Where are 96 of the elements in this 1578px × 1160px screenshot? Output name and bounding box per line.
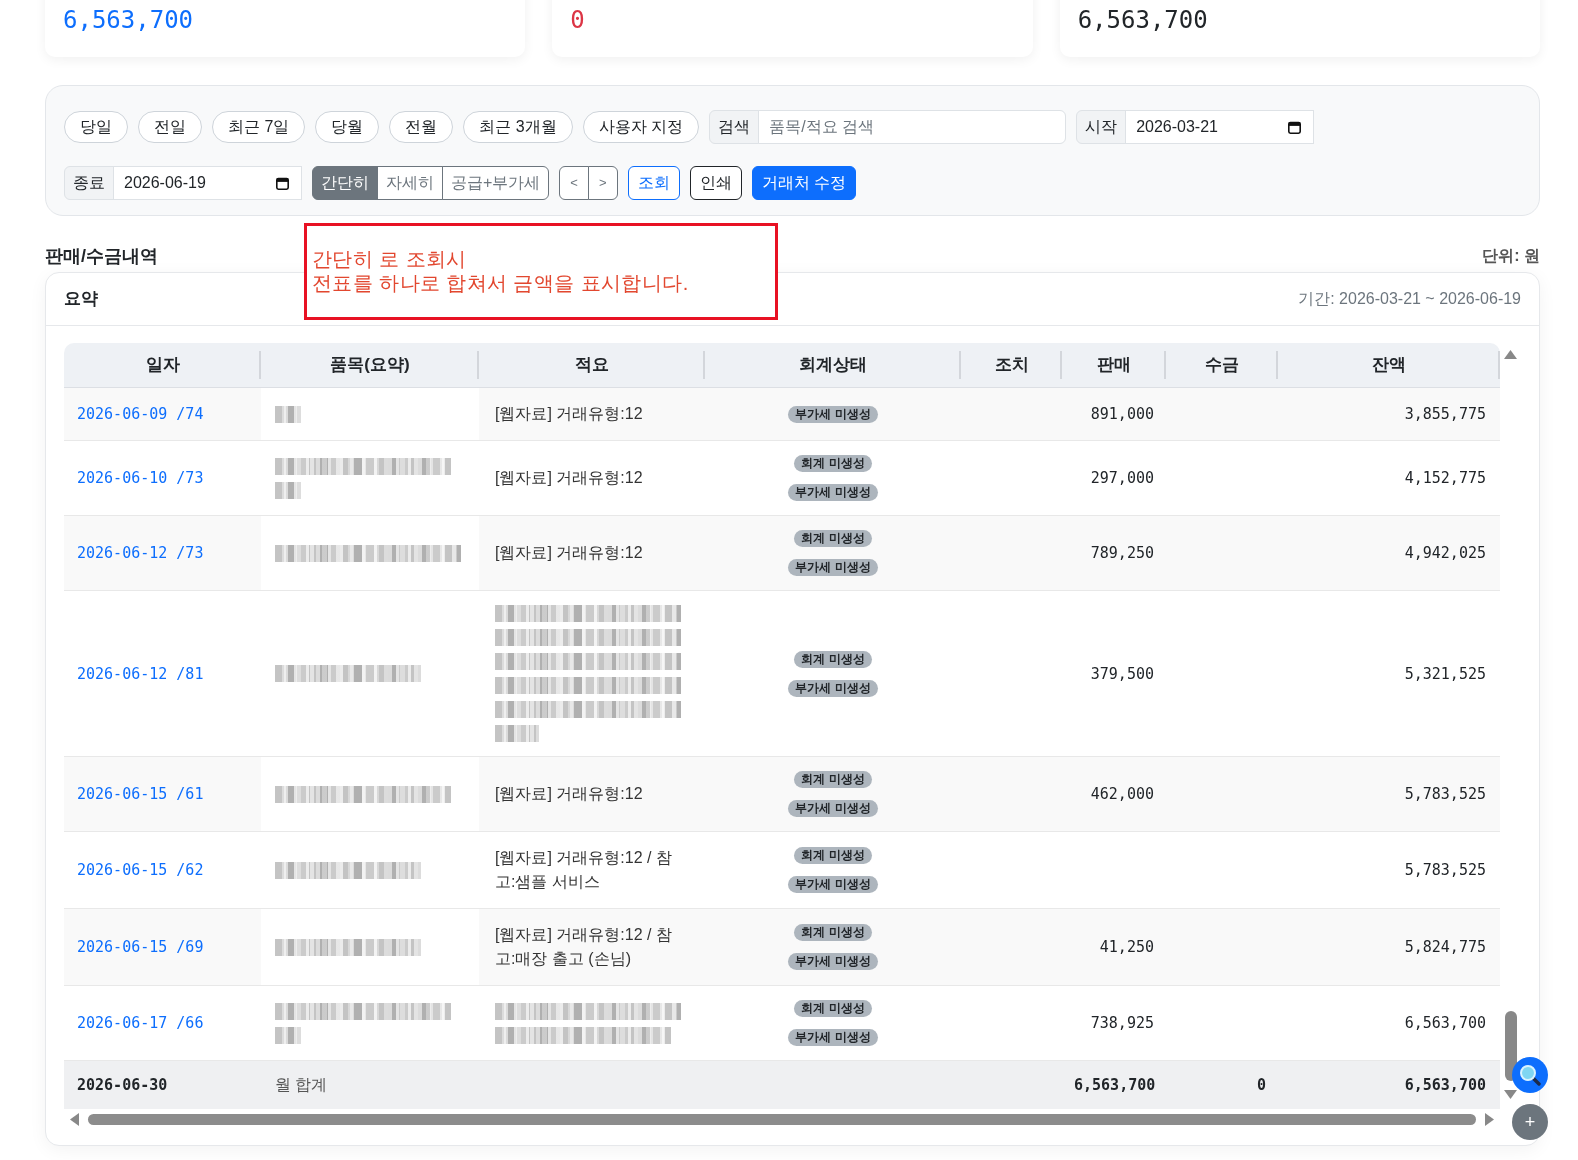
date-link[interactable]: 2026-06-17 /66 [77,1014,204,1032]
summary-amount: 6,563,700 [1077,5,1209,35]
scrollbar-thumb[interactable] [1504,1010,1517,1081]
date-link[interactable]: 2026-06-12 /81 [77,664,204,683]
action-button[interactable]: 거래처 수정 [751,166,856,200]
column-header: 잔액 [1278,343,1500,387]
sales-amount: 789,250 [1089,543,1154,564]
scroll-down-arrow-icon[interactable] [1504,1089,1517,1099]
action-button[interactable]: 인쇄 [689,166,742,200]
period-button[interactable]: 당일 [64,111,128,143]
column-header: 회계상태 [705,343,961,387]
status-badge: 회계 미생성 [794,924,872,941]
memo-text: [웹자료] 거래유형:12 [495,543,644,563]
status-badge: 회계 미생성 [794,771,872,788]
blurred-text-block [275,405,301,423]
search-label: 검색 [709,110,760,144]
sales-amount: 738,925 [1089,1013,1154,1034]
date-link[interactable]: 2026-06-12 /73 [77,544,204,562]
balance-amount: 5,321,525 [1403,663,1486,685]
balance-amount: 3,855,775 [1403,404,1486,425]
date-link[interactable]: 2026-06-15 /69 [77,938,204,956]
status-badge: 부가세 미생성 [788,679,878,697]
column-header: 적요 [479,343,705,387]
status-badge: 회계 미생성 [794,847,872,864]
period-label: 기간: 2026-03-21 ~ 2026-06-19 [1298,289,1521,309]
status-badge: 부가세 미생성 [788,405,878,423]
period-button[interactable]: 최근 7일 [212,111,306,143]
status-badge: 부가세 미생성 [788,559,878,576]
date-link[interactable]: 2026-06-10 /73 [77,469,204,487]
scroll-up-arrow-icon[interactable] [1504,350,1517,359]
end-date-field[interactable]: 2026-06-19 [113,166,302,200]
calendar-icon[interactable] [276,177,289,190]
status-badge: 회계 미생성 [794,650,872,668]
scroll-right-arrow-icon[interactable] [1485,1113,1494,1126]
nav-button[interactable]: < [559,166,589,200]
balance-amount: 5,783,525 [1403,860,1486,881]
memo-text: [웹자료] 거래유형:12 / 참고:매장 출고 (손님) [495,925,673,969]
total-balance: 6,563,700 [1403,1074,1486,1096]
action-button[interactable]: 조회 [627,166,680,200]
summary-amount: 6,563,700 [63,5,195,35]
view-mode-button[interactable]: 자세히 [377,166,443,200]
balance-amount: 4,942,025 [1403,543,1486,564]
sales-amount: 297,000 [1089,468,1154,489]
balance-amount: 6,563,700 [1403,1013,1486,1034]
status-badge: 부가세 미생성 [788,484,878,501]
status-badge: 부가세 미생성 [788,1029,878,1046]
balance-amount: 5,783,525 [1403,784,1486,805]
view-mode-button[interactable]: 간단히 [312,166,378,200]
memo-text: [웹자료] 거래유형:12 [495,404,644,424]
period-button[interactable]: 최근 3개월 [463,111,573,143]
end-date-label: 종료 [64,166,114,200]
period-button[interactable]: 당월 [315,111,380,143]
nav-button[interactable]: > [587,166,618,200]
total-sales: 6,563,700 [1074,1074,1154,1096]
period-button[interactable]: 전일 [138,111,202,143]
memo-text: [웹자료] 거래유형:12 [495,468,644,488]
sales-amount: 891,000 [1089,404,1154,425]
section-title: 판매/수금내역 [45,245,158,268]
status-badge: 부가세 미생성 [788,876,878,893]
column-header: 일자 [64,343,261,387]
annotation-callout: 간단히 로 조회시 전표를 하나로 합쳐서 금액을 표시합니다. [304,223,778,320]
summary-amount: 0 [570,5,586,35]
search-icon [1519,1064,1541,1086]
sales-amount: 379,500 [1089,663,1154,685]
memo-text: [웹자료] 거래유형:12 [495,784,644,804]
start-date-label: 시작 [1076,110,1127,144]
column-header: 판매 [1062,343,1166,387]
memo-text: [웹자료] 거래유형:12 / 참고:샘플 서비스 [495,848,673,892]
total-label: 월 합계 [275,1075,328,1093]
card-title: 요약 [64,288,98,310]
add-button[interactable]: + [1512,1104,1548,1140]
scrollbar-thumb[interactable] [88,1114,1476,1125]
search-field[interactable]: 품목/적요 검색 [758,110,1067,144]
start-date-field[interactable]: 2026-03-21 [1125,110,1315,144]
period-button[interactable]: 사용자 지정 [582,111,700,143]
column-header: 수금 [1166,343,1278,387]
view-mode-button[interactable]: 공급+부가세 [442,166,550,200]
total-date: 2026-06-30 [77,1075,168,1094]
status-badge: 회계 미생성 [794,455,872,472]
balance-amount: 4,152,775 [1403,468,1486,489]
unit-label: 단위: 원 [1482,246,1540,266]
scroll-left-arrow-icon[interactable] [70,1113,79,1126]
status-badge: 회계 미생성 [794,530,872,547]
date-link[interactable]: 2026-06-15 /62 [77,861,204,879]
column-header: 조치 [961,343,1062,387]
sales-amount: 41,250 [1098,937,1154,958]
status-badge: 회계 미생성 [794,1000,872,1017]
sales-amount: 462,000 [1089,784,1154,805]
status-badge: 부가세 미생성 [788,953,878,970]
total-receipt: 0 [1255,1074,1266,1096]
date-link[interactable]: 2026-06-15 /61 [77,785,204,803]
balance-amount: 5,824,775 [1403,937,1486,958]
period-button[interactable]: 전월 [389,111,454,143]
calendar-icon[interactable] [1288,121,1302,134]
column-header: 품목(요약) [261,343,479,387]
status-badge: 부가세 미생성 [788,800,878,817]
